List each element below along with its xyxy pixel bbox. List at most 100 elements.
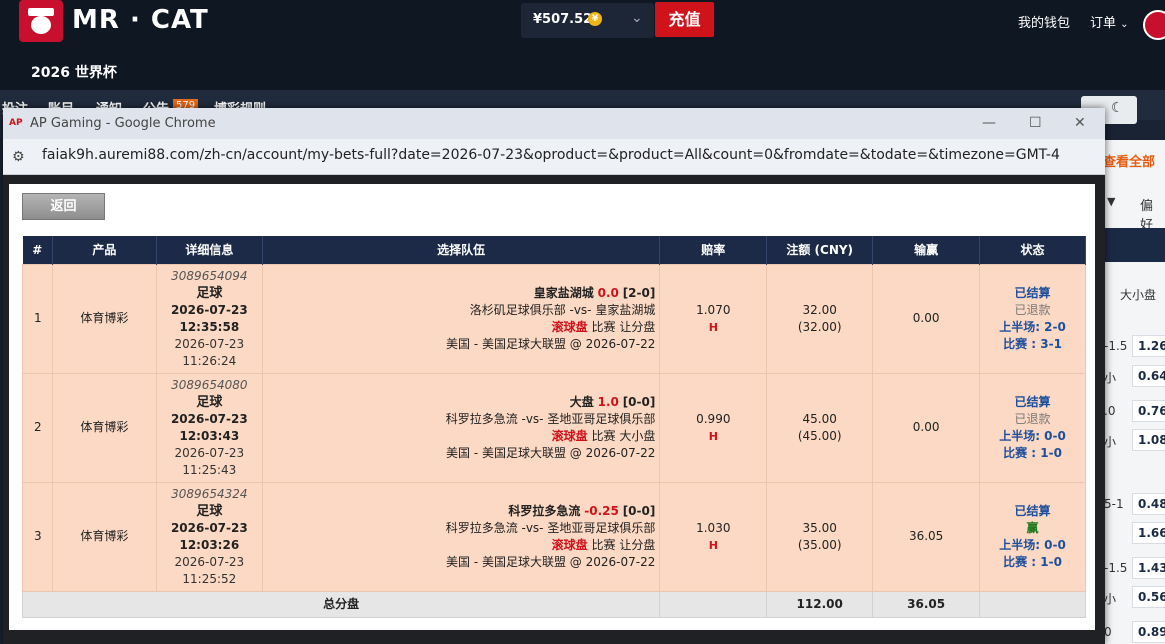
- over-under-header: 大小盘: [1120, 288, 1157, 302]
- full-time-score: 比赛 : 1-0: [1003, 445, 1062, 460]
- total-status-empty: [979, 590, 1086, 618]
- url-text[interactable]: faiak9h.auremi88.com/zh-cn/account/my-be…: [42, 147, 1060, 163]
- avatar[interactable]: [1143, 10, 1165, 40]
- caret-down-icon[interactable]: ▼: [1107, 195, 1115, 208]
- live-tag: 滚球盘: [551, 319, 588, 334]
- event-time: 12:35:58: [179, 319, 240, 334]
- bet-stake: 35.00 (35.00): [766, 481, 874, 592]
- bet-odds: 0.990 H: [659, 372, 768, 483]
- result-label: 已退款: [1014, 302, 1051, 317]
- bet-sport: 足球: [196, 285, 223, 301]
- bet-id: 3089654080: [171, 377, 248, 392]
- selection-matchup: 科罗拉多急流 -vs- 圣地亚哥足球俱乐部: [445, 520, 656, 535]
- orders-label: 订单: [1090, 16, 1117, 31]
- bet-id: 3089654094: [171, 268, 248, 283]
- total-label: 总分盘: [21, 590, 661, 618]
- bet-product: 体育博彩: [51, 481, 157, 592]
- sidebar-odds-button[interactable]: 1.260: [1132, 335, 1165, 357]
- site-info-icon[interactable]: ⚙: [12, 149, 25, 165]
- bet-win-loss: 0.00: [872, 263, 981, 374]
- col-header-status: 状态: [979, 236, 1086, 264]
- placed-time: 11:26:24: [182, 353, 237, 368]
- half-time-score: 上半场: 2-0: [999, 319, 1066, 334]
- balance-dropdown[interactable]: ¥507.52 ¥ ⌄: [521, 3, 654, 38]
- odds-type: H: [708, 320, 718, 334]
- col-header-stake: 注额 (CNY): [766, 236, 874, 264]
- total-row: 总分盘 112.00 36.05: [21, 590, 1086, 618]
- bet-details: 3089654324 足球 2026-07-23 12:03:26 2026-0…: [155, 481, 263, 592]
- view-all-link[interactable]: 查看全部: [1103, 151, 1155, 170]
- stake-value: 35.00: [802, 520, 837, 535]
- result-label: 已退款: [1014, 411, 1051, 426]
- bet-details: 3089654094 足球 2026-07-23 12:35:58 2026-0…: [155, 263, 263, 374]
- window-title-bar[interactable]: AP AP Gaming - Google Chrome — ☐ ✕: [3, 108, 1105, 139]
- sidebar-odds-button[interactable]: 0.48: [1132, 493, 1165, 515]
- sidebar-odds-label: 小: [1104, 592, 1117, 606]
- back-button[interactable]: 返回: [22, 193, 105, 220]
- total-stake: 112.00: [766, 590, 874, 618]
- bets-table: # 产品 详细信息 选择队伍 赔率 注额 (CNY) 输赢 状态 1 体育博彩 …: [21, 236, 1086, 618]
- recharge-button[interactable]: 充值: [655, 2, 714, 37]
- live-tag: 滚球盘: [551, 428, 588, 443]
- event-time: 12:03:43: [179, 428, 240, 443]
- odds-value: 1.070: [696, 302, 731, 317]
- orders-menu[interactable]: 订单 ⌄: [1090, 12, 1129, 31]
- my-wallet-link[interactable]: 我的钱包: [1018, 12, 1070, 31]
- status-badge: 已结算: [1014, 503, 1051, 518]
- close-icon[interactable]: ✕: [1074, 115, 1086, 131]
- event-date: 2026-07-23: [170, 520, 248, 535]
- selection-score: [2-0]: [622, 285, 656, 300]
- col-header-details: 详细信息: [156, 236, 263, 264]
- stake-value: 32.00: [802, 302, 837, 317]
- bet-stake: 32.00 (32.00): [766, 263, 874, 374]
- bet-stake: 45.00 (45.00): [766, 372, 874, 483]
- total-win-loss: 36.05: [872, 590, 981, 618]
- placed-date: 2026-07-23: [174, 336, 245, 351]
- bet-status: 已结算 赢 上半场: 0-0 比赛 : 1-0: [979, 481, 1086, 592]
- bet-win-loss: 36.05: [872, 481, 981, 592]
- selection-team: 科罗拉多急流: [508, 503, 581, 518]
- bet-id: 3089654324: [171, 486, 248, 501]
- sidebar-odds-button[interactable]: 1.660: [1132, 522, 1165, 544]
- sidebar-odds-button[interactable]: 1.430: [1132, 557, 1165, 579]
- status-badge: 已结算: [1014, 285, 1051, 300]
- bet-status: 已结算 已退款 上半场: 2-0 比赛 : 3-1: [979, 263, 1086, 374]
- ap-gaming-icon: AP: [9, 118, 23, 128]
- coin-icon: ¥: [588, 12, 602, 26]
- total-odds-empty: [659, 590, 768, 618]
- sidebar-odds-button[interactable]: 0.76: [1132, 400, 1165, 422]
- cat-logo-icon[interactable]: [19, 0, 63, 42]
- world-cup-link[interactable]: 2026 世界杯: [31, 62, 117, 82]
- selection-handicap: 0.0: [597, 285, 619, 300]
- sidebar-odds-button[interactable]: 0.64: [1132, 365, 1165, 387]
- selection-team: 大盘: [569, 394, 594, 409]
- full-time-score: 比赛 : 3-1: [1003, 336, 1062, 351]
- col-header-selection: 选择队伍: [262, 236, 661, 264]
- selection-matchup: 科罗拉多急流 -vs- 圣地亚哥足球俱乐部: [445, 411, 656, 426]
- address-bar[interactable]: ⚙ faiak9h.auremi88.com/zh-cn/account/my-…: [3, 139, 1105, 175]
- table-row: 3 体育博彩 3089654324 足球 2026-07-23 12:03:26…: [22, 481, 1086, 592]
- selection-score: [0-0]: [622, 503, 656, 518]
- stake-actual: (45.00): [797, 428, 842, 443]
- bet-win-loss: 0.00: [872, 372, 981, 483]
- selection-league: 美国 - 美国足球大联盟 @ 2026-07-22: [446, 554, 656, 569]
- sidebar-odds-button[interactable]: 1.080: [1132, 429, 1165, 451]
- bet-index: 2: [22, 372, 53, 483]
- site-header: MR · CAT 2026 世界杯 ¥507.52 ¥ ⌄ 充值 我的钱包 订单…: [0, 0, 1165, 90]
- odds-value: 1.030: [696, 520, 731, 535]
- bet-odds: 1.070 H: [659, 263, 768, 374]
- chevron-down-icon[interactable]: ⌄: [631, 10, 643, 26]
- selection-league: 美国 - 美国足球大联盟 @ 2026-07-22: [446, 336, 656, 351]
- selection-team: 皇家盐湖城: [533, 285, 594, 300]
- window-title: AP Gaming - Google Chrome: [30, 116, 216, 131]
- col-header-win-loss: 输赢: [872, 236, 981, 264]
- event-date: 2026-07-23: [170, 302, 248, 317]
- maximize-icon[interactable]: ☐: [1029, 115, 1042, 131]
- bet-selection: 科罗拉多急流 -0.25 [0-0] 科罗拉多急流 -vs- 圣地亚哥足球俱乐部…: [261, 481, 661, 592]
- sidebar-odds-button[interactable]: 0.56: [1132, 586, 1165, 608]
- event-time: 12:03:26: [179, 537, 240, 552]
- minimize-icon[interactable]: —: [982, 115, 996, 131]
- bet-product: 体育博彩: [51, 372, 157, 483]
- sidebar-odds-button[interactable]: 0.89: [1132, 621, 1165, 643]
- site-logo-text[interactable]: MR · CAT: [72, 5, 209, 35]
